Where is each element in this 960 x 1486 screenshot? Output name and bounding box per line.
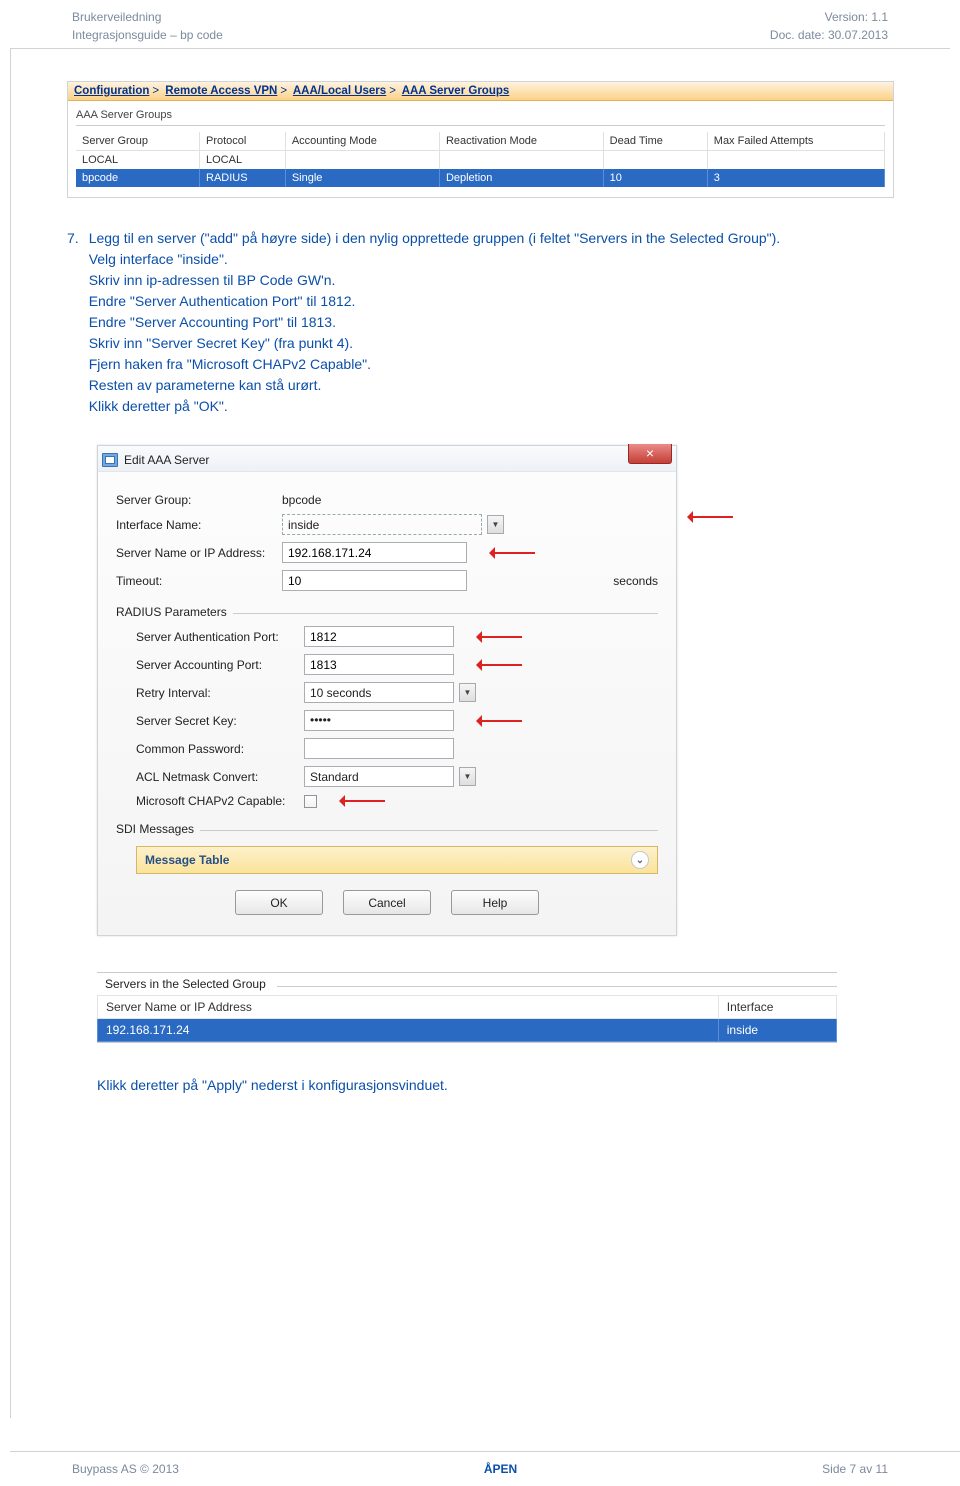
step-number: 7. <box>67 228 89 417</box>
doc-version: Version: 1.1 <box>770 8 888 26</box>
step-line: Velg interface "inside". <box>89 251 228 267</box>
table-row[interactable]: bpcode RADIUS Single Depletion 10 3 <box>76 169 885 187</box>
col-react-mode: Reactivation Mode <box>439 132 603 151</box>
timeout-input[interactable] <box>282 570 467 591</box>
acl-netmask-label: ACL Netmask Convert: <box>136 770 304 784</box>
step-line: Endre "Server Accounting Port" til 1813. <box>89 314 336 330</box>
secret-key-input[interactable]: ••••• <box>304 710 454 731</box>
dialog-button-row: OK Cancel Help <box>116 874 658 927</box>
crumb-aaa-server-groups[interactable]: AAA Server Groups <box>402 85 510 97</box>
crumb-remote-access-vpn[interactable]: Remote Access VPN <box>165 85 277 97</box>
annotation-arrow-icon <box>483 547 535 559</box>
expand-icon[interactable]: ⌄ <box>631 851 649 869</box>
close-button[interactable]: × <box>628 444 672 464</box>
servers-in-group-panel: Servers in the Selected Group Server Nam… <box>97 972 837 1043</box>
step-line: Klikk deretter på "OK". <box>89 398 228 414</box>
table-row[interactable]: LOCAL LOCAL <box>76 151 885 170</box>
step-line: Skriv inn ip-adressen til BP Code GW'n. <box>89 272 336 288</box>
instruction-block: 7. Legg til en server ("add" på høyre si… <box>67 228 894 417</box>
message-table-label: Message Table <box>145 853 229 867</box>
interface-name-label: Interface Name: <box>116 518 282 532</box>
server-group-label: Server Group: <box>116 493 282 507</box>
common-password-label: Common Password: <box>136 742 304 756</box>
timeout-label: Timeout: <box>116 574 282 588</box>
doc-date: Doc. date: 30.07.2013 <box>770 26 888 44</box>
col-max-failed: Max Failed Attempts <box>707 132 884 151</box>
retry-interval-label: Retry Interval: <box>136 686 304 700</box>
col-protocol: Protocol <box>200 132 286 151</box>
acct-port-label: Server Accounting Port: <box>136 658 304 672</box>
ok-button[interactable]: OK <box>235 890 323 915</box>
col-dead-time: Dead Time <box>603 132 707 151</box>
annotation-arrow-icon <box>681 511 733 523</box>
step-line: Skriv inn "Server Secret Key" (fra punkt… <box>89 335 353 351</box>
header-left: Brukerveiledning Integrasjonsguide – bp … <box>72 8 223 44</box>
chapv2-label: Microsoft CHAPv2 Capable: <box>136 794 304 808</box>
col-acct-mode: Accounting Mode <box>285 132 439 151</box>
annotation-arrow-icon <box>470 715 522 727</box>
cancel-button[interactable]: Cancel <box>343 890 431 915</box>
breadcrumb: Configuration> Remote Access VPN> AAA/Lo… <box>68 82 893 101</box>
dialog-titlebar: Edit AAA Server × <box>98 446 676 472</box>
acct-port-input[interactable] <box>304 654 454 675</box>
crumb-configuration[interactable]: Configuration <box>74 85 149 97</box>
common-password-input[interactable] <box>304 738 454 759</box>
server-group-value: bpcode <box>282 493 658 507</box>
footer-right: Side 7 av 11 <box>822 1462 888 1476</box>
server-ip-label: Server Name or IP Address: <box>116 546 282 560</box>
col-server-name-ip: Server Name or IP Address <box>98 996 719 1019</box>
table-row[interactable]: 192.168.171.24 inside <box>98 1019 837 1042</box>
message-table-row[interactable]: Message Table ⌄ <box>136 846 658 874</box>
auth-port-input[interactable] <box>304 626 454 647</box>
acl-netmask-select[interactable]: Standard <box>304 766 454 787</box>
step-line: Fjern haken fra "Microsoft CHAPv2 Capabl… <box>89 356 371 372</box>
col-server-group: Server Group <box>76 132 200 151</box>
apply-instruction: Klikk deretter på "Apply" nederst i konf… <box>97 1077 894 1093</box>
crumb-aaa-local-users[interactable]: AAA/Local Users <box>293 85 386 97</box>
servers-in-group-title: Servers in the Selected Group <box>97 973 837 995</box>
aaa-panel-title: AAA Server Groups <box>76 107 885 123</box>
annotation-arrow-icon <box>470 659 522 671</box>
page-frame: Configuration> Remote Access VPN> AAA/Lo… <box>10 48 950 1418</box>
help-button[interactable]: Help <box>451 890 539 915</box>
timeout-unit: seconds <box>613 574 658 588</box>
annotation-arrow-icon <box>333 795 385 807</box>
chevron-down-icon[interactable] <box>459 683 476 702</box>
table-header-row: Server Name or IP Address Interface <box>98 996 837 1019</box>
header-right: Version: 1.1 Doc. date: 30.07.2013 <box>770 8 888 44</box>
annotation-arrow-icon <box>470 631 522 643</box>
footer-center: ÅPEN <box>484 1462 517 1476</box>
dialog-icon <box>102 453 118 467</box>
retry-interval-select[interactable]: 10 seconds <box>304 682 454 703</box>
footer-left: Buypass AS © 2013 <box>72 1462 179 1476</box>
dialog-title: Edit AAA Server <box>124 453 209 467</box>
aaa-groups-screenshot: Configuration> Remote Access VPN> AAA/Lo… <box>67 81 894 198</box>
page-footer: Buypass AS © 2013 ÅPEN Side 7 av 11 <box>0 1462 960 1476</box>
radius-section-label: RADIUS Parameters <box>116 605 658 619</box>
chevron-down-icon[interactable] <box>459 767 476 786</box>
step-line: Resten av parameterne kan stå urørt. <box>89 377 322 393</box>
servers-in-group-table[interactable]: Server Name or IP Address Interface 192.… <box>97 995 837 1042</box>
edit-aaa-server-dialog: Edit AAA Server × Server Group: bpcode I… <box>97 445 677 936</box>
step-line: Legg til en server ("add" på høyre side)… <box>89 230 780 246</box>
table-header-row: Server Group Protocol Accounting Mode Re… <box>76 132 885 151</box>
chevron-down-icon[interactable] <box>487 515 504 534</box>
aaa-panel: AAA Server Groups Server Group Protocol … <box>68 101 893 197</box>
sdi-section-label: SDI Messages <box>116 822 658 836</box>
aaa-table[interactable]: Server Group Protocol Accounting Mode Re… <box>76 132 885 187</box>
page-header: Brukerveiledning Integrasjonsguide – bp … <box>0 0 960 48</box>
server-ip-input[interactable] <box>282 542 467 563</box>
auth-port-label: Server Authentication Port: <box>136 630 304 644</box>
step-line: Endre "Server Authentication Port" til 1… <box>89 293 356 309</box>
interface-name-select[interactable]: inside <box>282 514 482 535</box>
col-interface: Interface <box>718 996 836 1019</box>
secret-key-label: Server Secret Key: <box>136 714 304 728</box>
doc-title: Brukerveiledning <box>72 8 223 26</box>
chapv2-checkbox[interactable] <box>304 795 317 808</box>
doc-subtitle: Integrasjonsguide – bp code <box>72 26 223 44</box>
